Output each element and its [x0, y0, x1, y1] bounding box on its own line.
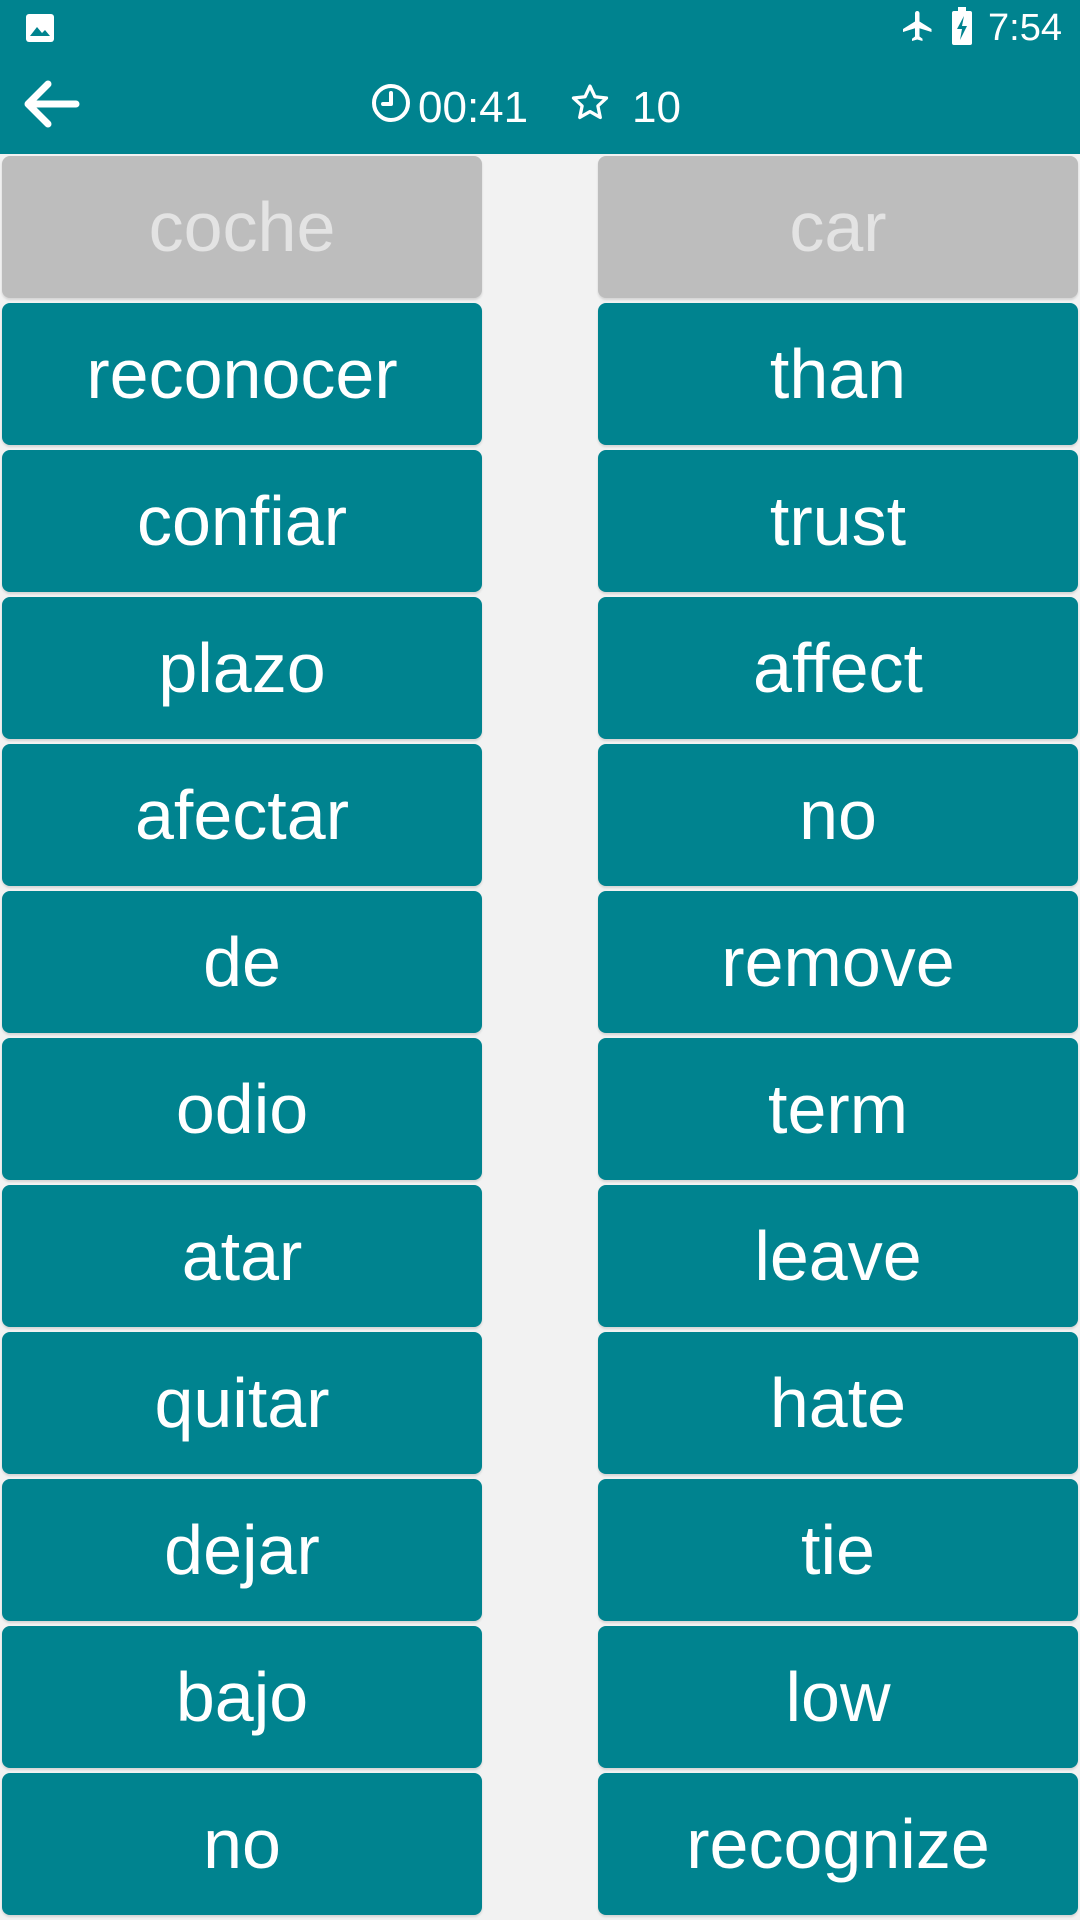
spanish-word-tile[interactable]: no	[2, 1773, 482, 1915]
clock-icon	[370, 82, 412, 135]
english-word-tile[interactable]: remove	[598, 891, 1078, 1033]
status-bar: 7:54	[0, 0, 1080, 56]
battery-charging-icon	[950, 6, 974, 50]
spanish-word-tile: coche	[2, 156, 482, 298]
english-word-tile[interactable]: than	[598, 303, 1078, 445]
spanish-word-tile[interactable]: plazo	[2, 597, 482, 739]
spanish-word-tile[interactable]: reconocer	[2, 303, 482, 445]
english-word-tile[interactable]: no	[598, 744, 1078, 886]
score: 10	[568, 80, 681, 136]
spanish-word-tile[interactable]: odio	[2, 1038, 482, 1180]
english-word-tile[interactable]: hate	[598, 1332, 1078, 1474]
score-value: 10	[632, 83, 681, 132]
gallery-notification-icon	[24, 12, 56, 44]
star-outline-icon	[568, 81, 612, 136]
spanish-word-tile[interactable]: atar	[2, 1185, 482, 1327]
english-word-tile[interactable]: tie	[598, 1479, 1078, 1621]
back-button[interactable]	[18, 74, 82, 138]
spanish-word-tile[interactable]: confiar	[2, 450, 482, 592]
spanish-word-tile[interactable]: quitar	[2, 1332, 482, 1474]
status-right-group: 7:54	[900, 6, 1062, 50]
spanish-word-tile[interactable]: de	[2, 891, 482, 1033]
english-word-tile[interactable]: term	[598, 1038, 1078, 1180]
airplane-mode-icon	[900, 8, 936, 49]
english-word-tile[interactable]: recognize	[598, 1773, 1078, 1915]
spanish-word-tile[interactable]: bajo	[2, 1626, 482, 1768]
english-word-tile[interactable]: affect	[598, 597, 1078, 739]
timer-value: 00:41	[418, 83, 529, 132]
arrow-left-icon	[20, 78, 80, 135]
top-bar: 7:54 00:41 10	[0, 0, 1080, 154]
app-bar: 00:41 10	[0, 56, 1080, 154]
english-word-tile[interactable]: trust	[598, 450, 1078, 592]
status-time: 7:54	[988, 7, 1062, 49]
english-word-tile[interactable]: low	[598, 1626, 1078, 1768]
spanish-word-tile[interactable]: dejar	[2, 1479, 482, 1621]
english-word-tile[interactable]: leave	[598, 1185, 1078, 1327]
spanish-word-tile[interactable]: afectar	[2, 744, 482, 886]
timer: 00:41	[370, 80, 528, 136]
english-word-tile: car	[598, 156, 1078, 298]
